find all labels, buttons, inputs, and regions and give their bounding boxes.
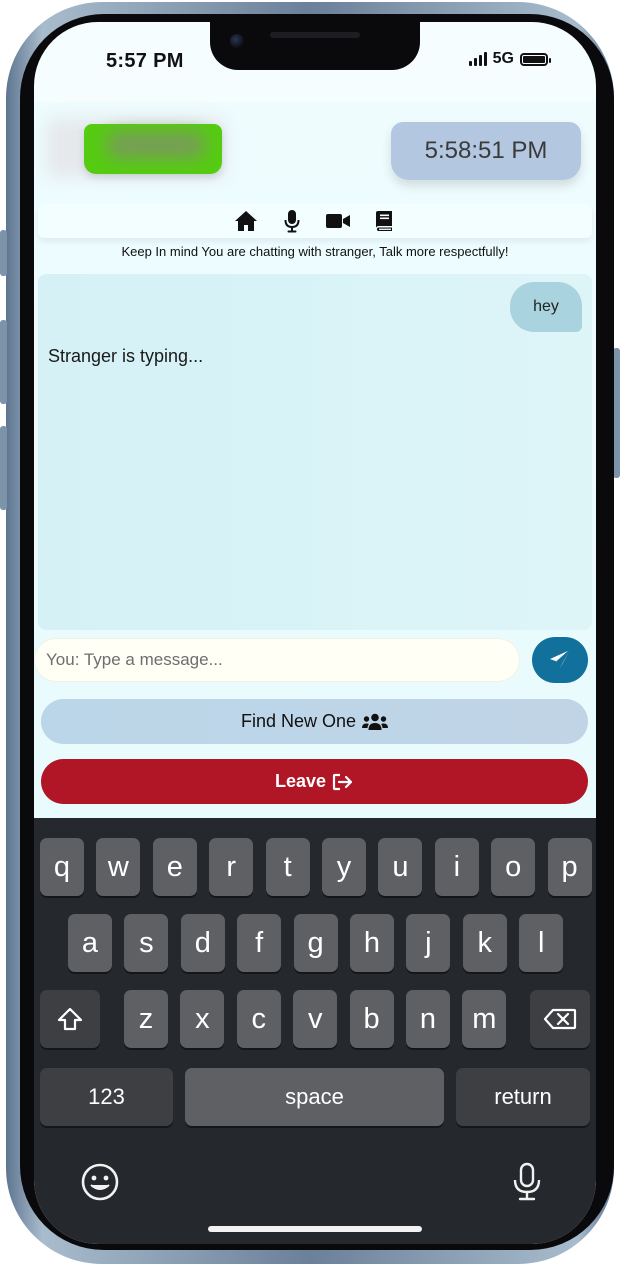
key-r[interactable]: r xyxy=(209,838,254,896)
backspace-icon xyxy=(543,1008,577,1030)
screen: 5:57 PM 5G 5:58:51 PM Keep In mind You a… xyxy=(34,22,596,1244)
status-time: 5:57 PM xyxy=(106,50,184,72)
blurred-logo xyxy=(84,124,222,174)
key-g[interactable]: g xyxy=(293,914,338,972)
key-u[interactable]: u xyxy=(378,838,423,896)
key-k[interactable]: k xyxy=(462,914,507,972)
key-x[interactable]: x xyxy=(180,990,225,1048)
key-s[interactable]: s xyxy=(124,914,169,972)
clock-display: 5:58:51 PM xyxy=(391,122,581,180)
key-c[interactable]: c xyxy=(236,990,281,1048)
volume-down-button xyxy=(0,426,7,510)
send-button[interactable] xyxy=(532,637,588,683)
key-i[interactable]: i xyxy=(434,838,479,896)
return-key[interactable]: return xyxy=(456,1068,590,1126)
volume-up-button xyxy=(0,320,7,404)
key-h[interactable]: h xyxy=(350,914,394,972)
key-b[interactable]: b xyxy=(349,990,394,1048)
mute-switch xyxy=(0,230,7,276)
key-o[interactable]: o xyxy=(491,838,536,896)
message-input[interactable] xyxy=(34,638,520,682)
my-message-bubble: hey xyxy=(510,282,582,332)
key-p[interactable]: p xyxy=(547,838,592,896)
key-q[interactable]: q xyxy=(40,838,84,896)
key-t[interactable]: t xyxy=(265,838,310,896)
power-button xyxy=(613,348,620,478)
key-v[interactable]: v xyxy=(293,990,338,1048)
backspace-key[interactable] xyxy=(530,990,590,1048)
battery-icon xyxy=(520,52,551,66)
key-f[interactable]: f xyxy=(237,914,282,972)
key-a[interactable]: a xyxy=(68,914,112,972)
home-icon[interactable] xyxy=(233,208,259,234)
key-j[interactable]: j xyxy=(406,914,451,972)
key-z[interactable]: z xyxy=(124,990,168,1048)
key-w[interactable]: w xyxy=(96,838,141,896)
chat-panel: hey Stranger is typing... xyxy=(38,274,592,630)
shift-icon xyxy=(57,1007,83,1031)
key-e[interactable]: e xyxy=(152,838,197,896)
key-l[interactable]: l xyxy=(519,914,564,972)
key-m[interactable]: m xyxy=(462,990,507,1048)
find-new-button[interactable]: Find New One xyxy=(41,699,588,744)
signal-icon xyxy=(468,52,487,66)
emoji-icon[interactable] xyxy=(80,1162,120,1207)
nav-bar xyxy=(38,204,592,238)
network-type: 5G xyxy=(492,50,514,67)
book-icon[interactable] xyxy=(371,208,397,234)
on-screen-keyboard: 123 space return qwertyuiop asdfghjkl zxcv… xyxy=(34,818,596,1244)
home-indicator[interactable] xyxy=(208,1226,422,1232)
dictation-microphone-icon[interactable] xyxy=(512,1162,542,1207)
key-n[interactable]: n xyxy=(406,990,450,1048)
notch xyxy=(210,22,420,70)
earpiece-speaker xyxy=(270,32,360,38)
paper-plane-icon xyxy=(550,649,571,669)
status-indicators: 5G xyxy=(468,50,551,68)
video-camera-icon[interactable] xyxy=(325,208,351,234)
front-camera xyxy=(230,34,244,48)
space-key[interactable]: space xyxy=(185,1068,444,1126)
microphone-icon[interactable] xyxy=(279,208,305,234)
typing-indicator: Stranger is typing... xyxy=(48,346,204,366)
users-icon xyxy=(362,713,389,730)
numbers-key[interactable]: 123 xyxy=(40,1068,173,1126)
key-y[interactable]: y xyxy=(322,838,366,896)
find-new-label: Find New One xyxy=(240,711,357,731)
leave-button[interactable]: Leave xyxy=(41,759,588,804)
leave-label: Leave xyxy=(274,771,327,791)
chat-app: 5:58:51 PM Keep In mind You are chatting… xyxy=(34,102,596,818)
shift-key[interactable] xyxy=(40,990,100,1048)
key-d[interactable]: d xyxy=(180,914,225,972)
sign-out-icon xyxy=(332,773,353,790)
respect-notice: Keep In mind You are chatting with stran… xyxy=(121,244,509,259)
